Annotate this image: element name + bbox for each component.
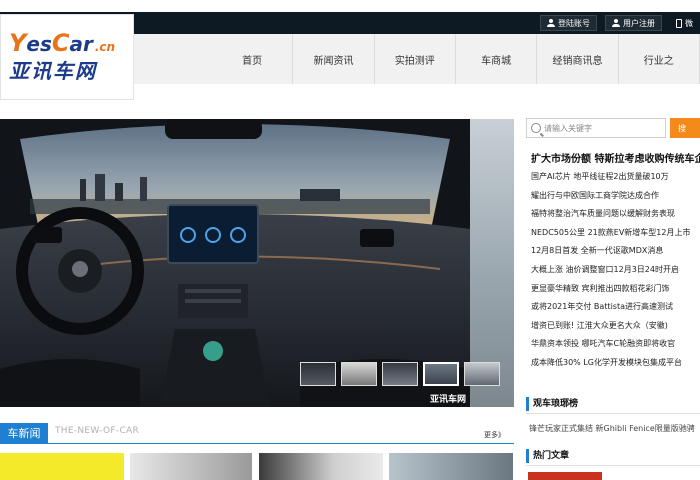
search-icon: [531, 123, 541, 133]
nav-item-reviews[interactable]: 实拍测评: [375, 34, 456, 84]
hot-section-title: 热门文章: [526, 449, 569, 463]
search-input[interactable]: [544, 123, 659, 133]
user-icon: [547, 19, 555, 27]
main-nav: 首页 新闻资讯 实拍测评 车商城 经销商讯息 行业之: [134, 34, 700, 84]
nav-item-news[interactable]: 新闻资讯: [293, 34, 375, 84]
car-news-image-1[interactable]: [0, 453, 124, 480]
search-box: [526, 118, 666, 138]
car-news-image-2[interactable]: [130, 453, 252, 480]
register-button[interactable]: 用户注册: [605, 15, 662, 31]
carousel-thumb-3[interactable]: [382, 362, 418, 386]
list-item[interactable]: 国产AI芯片 地平线征程2出货量破10万: [531, 168, 690, 187]
list-item[interactable]: 增资已到账! 江淮大众更名大众（安徽): [531, 317, 690, 336]
register-label: 用户注册: [623, 18, 655, 28]
nav-item-home[interactable]: 首页: [212, 34, 294, 84]
ranking-section-title: 观车琅琊榜: [526, 397, 578, 411]
list-item[interactable]: 耀出行与中欧国际工商学院达成合作: [531, 187, 690, 206]
nav-item-dealers[interactable]: 经销商讯息: [537, 34, 619, 84]
search-button[interactable]: 搜: [670, 118, 700, 138]
login-button[interactable]: 登陆账号: [540, 15, 597, 31]
hero-caption: 亚讯车网: [429, 395, 466, 405]
car-news-subtitle: THE-NEW-OF-CAR: [55, 426, 140, 436]
user-plus-icon: [612, 19, 620, 27]
list-item[interactable]: 成本降低30% LG化学开发模块包集成平台: [531, 354, 690, 373]
carousel-thumb-2[interactable]: [341, 362, 377, 386]
car-news-divider: [0, 443, 514, 444]
login-label: 登陆账号: [558, 18, 590, 28]
list-item[interactable]: 12月8日首发 全新一代讴歌MDX消息: [531, 242, 690, 261]
list-item[interactable]: 或将2021年交付 Battista进行高速测试: [531, 298, 690, 317]
carousel-thumb-5[interactable]: [464, 362, 500, 386]
ranking-link[interactable]: 锋芒玩家正式集结 新Ghibli Fenice限量版驰骋: [529, 423, 695, 434]
logo-chinese-name: 亚讯车网: [9, 59, 97, 83]
news-list: 国产AI芯片 地平线征程2出货量破10万 耀出行与中欧国际工商学院达成合作 福特…: [531, 168, 690, 373]
ranking-divider: [526, 413, 700, 414]
car-news-image-4[interactable]: [389, 453, 513, 480]
list-item[interactable]: 福特将整治汽车质量问题以缓解财务表现: [531, 205, 690, 224]
list-item[interactable]: 大概上涨 油价调整窗口12月3日24时开启: [531, 261, 690, 280]
mobile-label: 微: [685, 18, 693, 28]
site-logo[interactable]: Yes Car .cn 亚讯车网: [0, 14, 134, 100]
nav-item-mall[interactable]: 车商城: [456, 34, 538, 84]
list-item[interactable]: 华鼎资本领投 哪吒汽车C轮融资即将收官: [531, 335, 690, 354]
carousel-thumb-4[interactable]: [423, 362, 459, 386]
list-item[interactable]: 更显豪华精致 宾利推出四款稻花彩门饰: [531, 280, 690, 299]
mobile-button[interactable]: 微: [670, 15, 699, 31]
hero-carousel[interactable]: 亚讯车网: [0, 119, 514, 407]
nav-item-industry[interactable]: 行业之: [619, 34, 700, 84]
logo-wordmark: Yes Car .cn: [9, 29, 116, 57]
headline-link[interactable]: 扩大市场份额 特斯拉考虑收购传统车企: [531, 150, 700, 165]
hot-divider: [526, 465, 700, 466]
carousel-thumbnails: [300, 362, 500, 386]
list-item[interactable]: NEDC505公里 21款燕EV新增车型12月上市: [531, 224, 690, 243]
hot-article-thumbnail[interactable]: [528, 472, 602, 480]
phone-icon: [676, 18, 682, 28]
car-news-tag: 车新闻: [0, 423, 48, 443]
page: 登陆账号 用户注册 微 Yes Car .cn 亚讯车网 首页 新闻资讯 实拍测评 …: [0, 0, 700, 480]
carousel-thumb-1[interactable]: [300, 362, 336, 386]
car-news-more-link[interactable]: 更多》: [484, 430, 505, 440]
car-news-image-3[interactable]: [259, 453, 383, 480]
